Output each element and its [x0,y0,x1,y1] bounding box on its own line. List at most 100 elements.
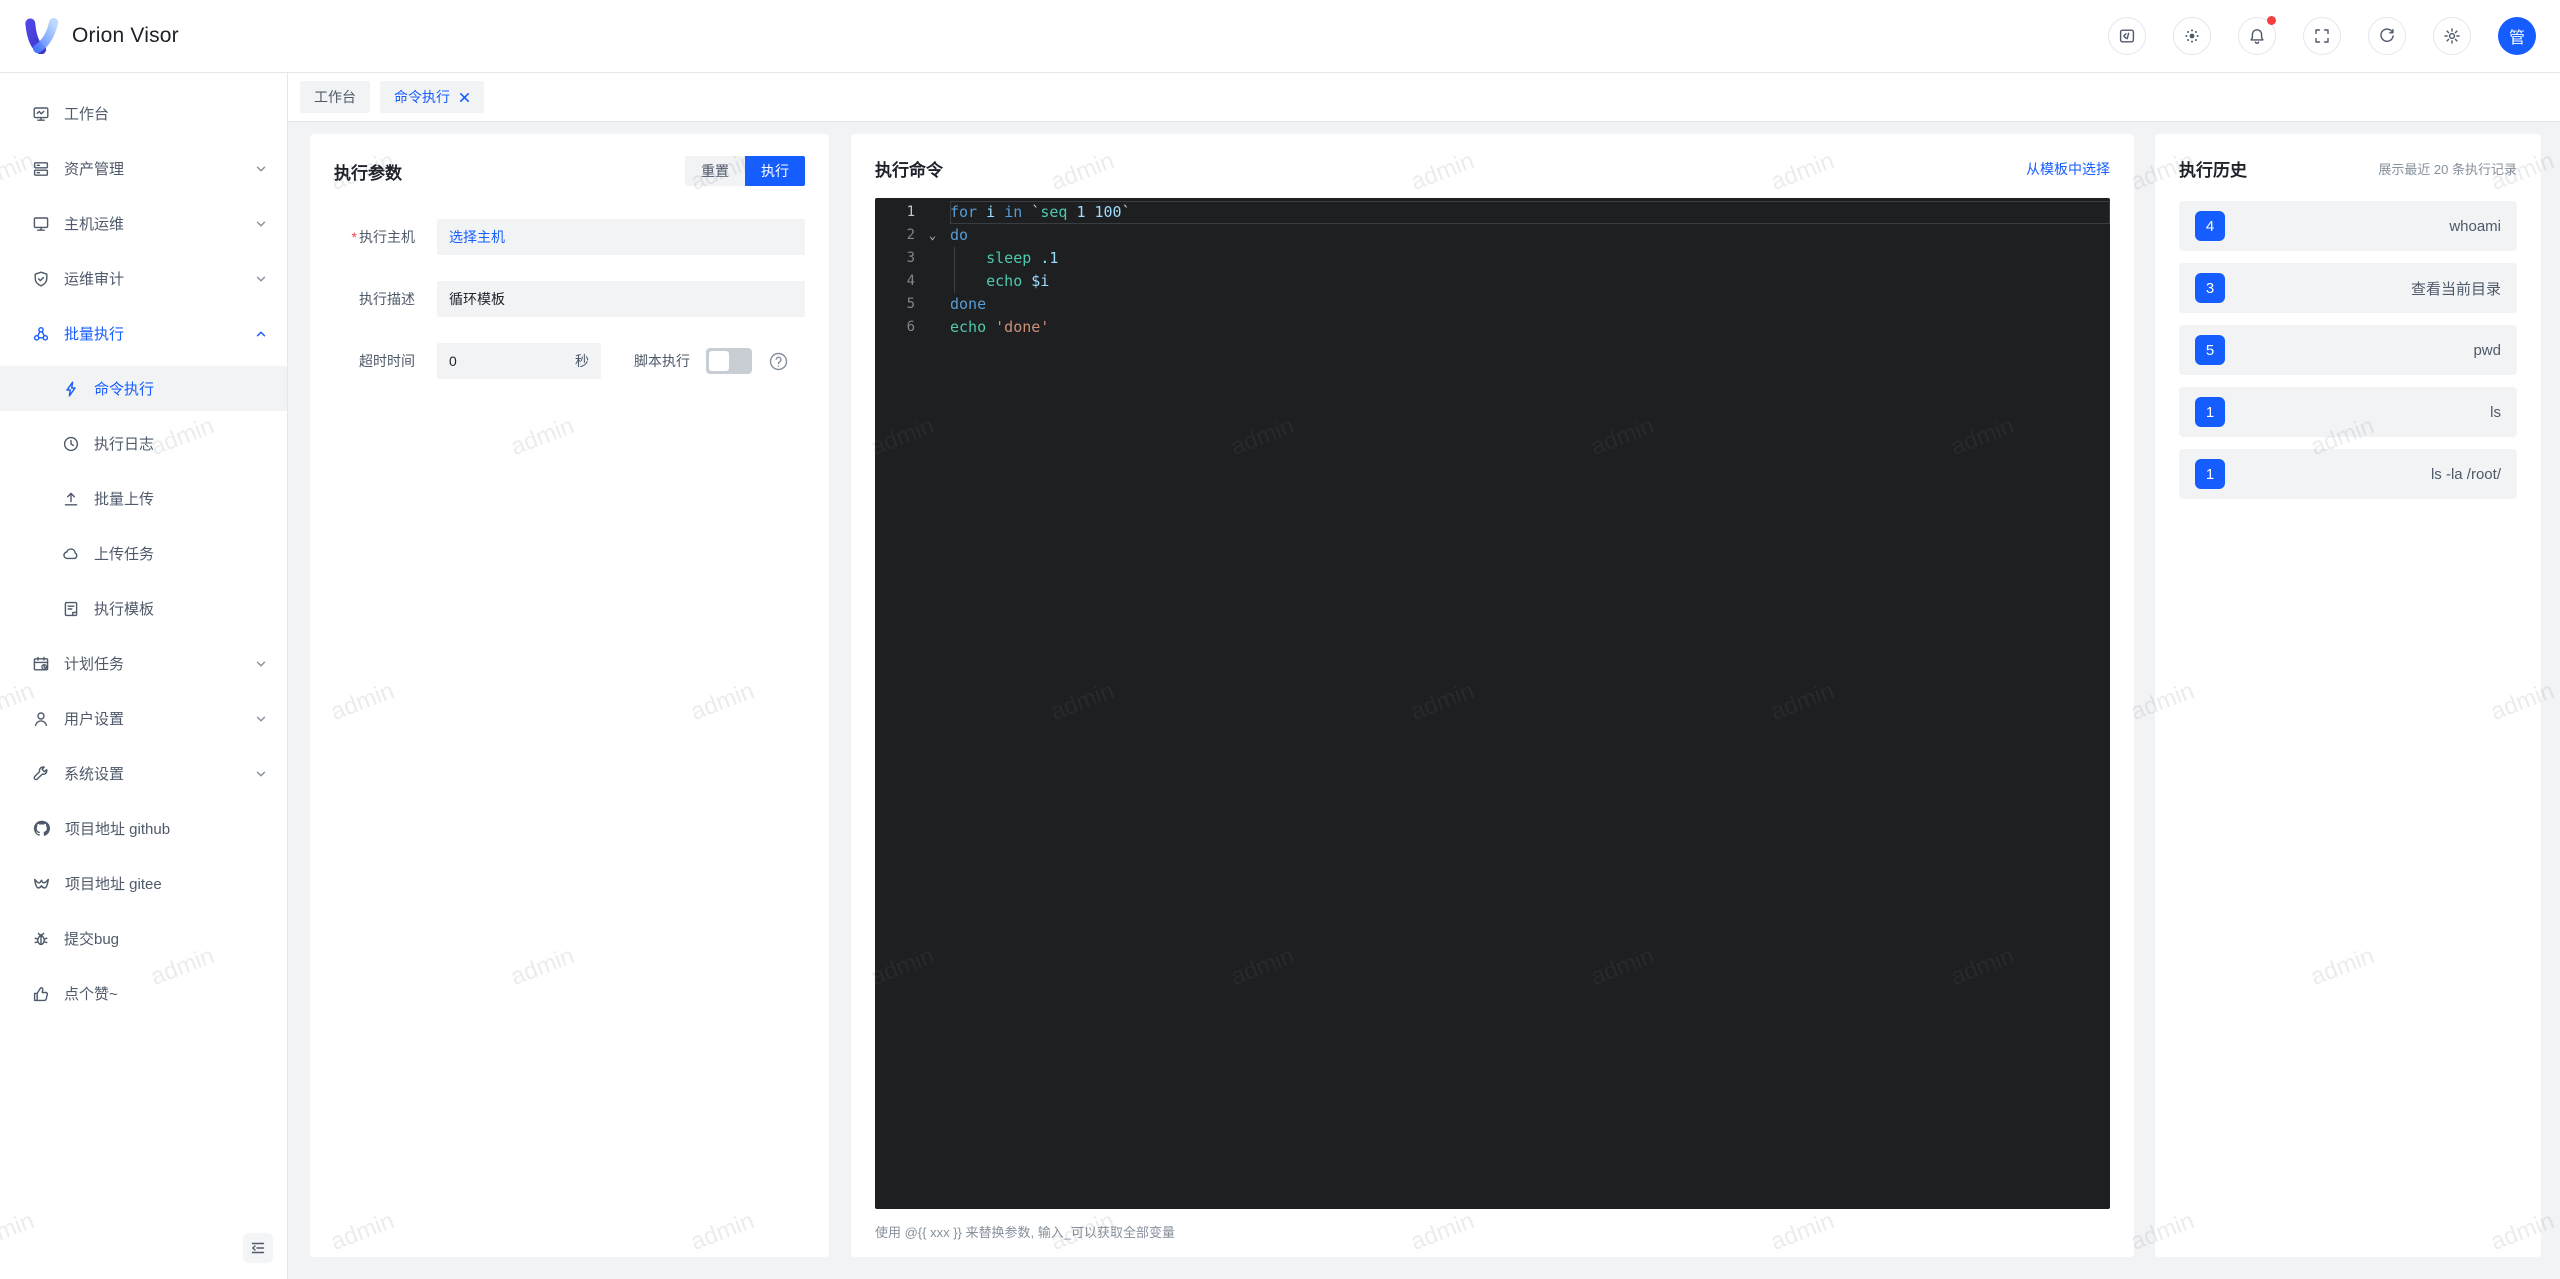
theme-button[interactable] [2173,17,2211,55]
code-button[interactable] [2108,17,2146,55]
sidebar-item-label: 提交bug [64,931,120,948]
sidebar-item-upload-tasks[interactable]: 上传任务 [0,531,287,576]
fullscreen-button[interactable] [2303,17,2341,55]
bell-icon [2250,29,2264,44]
timeout-value: 0 [449,353,457,369]
sidebar-item-label: 执行模板 [94,601,155,618]
reset-button[interactable]: 重置 [685,156,745,186]
sidebar-item-assets[interactable]: 资产管理 [0,146,287,191]
history-command: whoami [2449,217,2501,235]
line-number: 4 [906,273,915,289]
description-input[interactable]: 循环模板 [437,281,805,317]
sidebar-item-report-bug[interactable]: 提交bug [0,916,287,961]
sidebar-item-github-link[interactable]: 项目地址 github [0,806,287,851]
refresh-icon [2380,28,2394,42]
editor-hint: 使用 @{{ xxx }} 来替换参数, 输入_可以获取全部变量 [875,1225,1175,1240]
code-line[interactable]: 1 for i in `seq 1 100` [875,201,2110,224]
command-panel-header: 执行命令 从模板中选择 [851,134,2134,181]
sidebar-item-batch-exec[interactable]: 批量执行 [0,311,287,356]
sidebar-item-label: 项目地址 gitee [65,876,162,893]
fold-chevron-icon[interactable]: ⌄ [915,224,950,247]
history-row[interactable]: 5 pwd [2179,325,2517,375]
history-command: pwd [2473,341,2501,359]
execute-button[interactable]: 执行 [745,156,805,186]
sidebar-item-label: 资产管理 [64,161,125,178]
sidebar-item-gitee-link[interactable]: 项目地址 gitee [0,861,287,906]
sidebar-item-system-settings[interactable]: 系统设置 [0,751,287,796]
sidebar-item-exec-log[interactable]: 执行日志 [0,421,287,466]
script-exec-toggle[interactable] [706,348,752,374]
history-list: 4 whoami 3 查看当前目录 5 pwd 1 ls 1 ls -la /r… [2155,181,2541,499]
exec-count-badge: 1 [2195,459,2225,489]
code-line[interactable]: 2 ⌄ do [875,224,2110,247]
code-editor[interactable]: 1 for i in `seq 1 100` 2 ⌄ do 3 sleep .1 4 … [875,198,2110,1209]
upload-icon [64,492,78,505]
header-actions: 管 [2108,16,2536,55]
exec-count-badge: 5 [2195,335,2225,365]
help-icon[interactable] [768,351,789,372]
sidebar-item-like[interactable]: 点个赞~ [0,971,287,1016]
github-icon [33,820,51,836]
code-line[interactable]: 6 echo 'done' [875,316,2110,339]
notifications-button[interactable] [2238,16,2276,55]
history-row[interactable]: 3 查看当前目录 [2179,263,2517,313]
sidebar-collapse-button[interactable] [243,1233,273,1263]
params-actions: 重置 执行 [685,156,805,186]
tab-command-exec[interactable]: 命令执行 [380,81,484,113]
refresh-button[interactable] [2368,17,2406,55]
params-panel-title: 执行参数 [334,163,402,183]
template-doc-icon [64,601,78,616]
reset-button-label: 重置 [701,163,729,179]
sidebar-item-command-exec[interactable]: 命令执行 [0,366,287,411]
timeout-suffix: 秒 [575,353,589,369]
sidebar-item-label: 用户设置 [64,711,125,728]
host-icon [33,216,49,231]
settings-button[interactable] [2433,17,2471,55]
sidebar-item-scheduled-tasks[interactable]: 计划任务 [0,641,287,686]
sidebar-item-label: 点个赞~ [64,986,118,1003]
dashboard-icon [33,106,49,121]
sidebar-item-label: 执行日志 [94,436,155,453]
execute-button-label: 执行 [761,163,789,179]
gear-icon [2444,28,2460,44]
line-number: 6 [906,319,915,335]
timeout-field-label: 超时时间 [359,353,415,369]
exec-count-badge: 3 [2195,273,2225,303]
host-select-value[interactable]: 选择主机 [449,227,505,247]
host-select-input[interactable]: 选择主机 [437,219,805,255]
host-field-row: * 执行主机 选择主机 [334,219,805,255]
chevron-down-icon [256,166,266,171]
chevron-up-icon [256,331,266,336]
toggle-knob [709,351,729,371]
timeout-input[interactable]: 0 秒 [437,343,601,379]
timeout-field-row: 超时时间 0 秒 脚本执行 [334,343,805,379]
history-panel-title: 执行历史 [2179,161,2247,180]
sidebar-item-user-settings[interactable]: 用户设置 [0,696,287,741]
chevron-down-icon [256,716,266,721]
sidebar: 工作台 资产管理 主机运维 运维审计 批量执行 命令执行 执行日志 批量上传 上… [0,73,288,1279]
sidebar-item-workbench[interactable]: 工作台 [0,91,287,136]
sidebar-item-batch-upload[interactable]: 批量上传 [0,476,287,521]
sidebar-item-label: 工作台 [64,106,110,123]
app-title: Orion Visor [72,24,179,47]
thumbs-up-icon [33,986,49,1001]
code-line[interactable]: 5 done [875,293,2110,316]
exec-count-badge: 1 [2195,397,2225,427]
tab-close-icon[interactable] [459,92,470,103]
logo[interactable]: Orion Visor [24,18,179,54]
chevron-down-icon [256,276,266,281]
sidebar-item-audit[interactable]: 运维审计 [0,256,287,301]
history-command: 查看当前目录 [2410,280,2501,298]
history-row[interactable]: 1 ls [2179,387,2517,437]
sidebar-item-host-ops[interactable]: 主机运维 [0,201,287,246]
select-from-template-link[interactable]: 从模板中选择 [2026,159,2110,179]
sidebar-item-exec-templates[interactable]: 执行模板 [0,586,287,631]
tab-workbench[interactable]: 工作台 [300,81,370,113]
user-avatar[interactable]: 管 [2498,17,2536,55]
history-row[interactable]: 1 ls -la /root/ [2179,449,2517,499]
menu-fold-icon [251,1242,265,1254]
history-row[interactable]: 4 whoami [2179,201,2517,251]
code-line[interactable]: 3 sleep .1 [875,247,2110,270]
code-line[interactable]: 4 echo $i [875,270,2110,293]
cloud-icon [63,547,78,559]
